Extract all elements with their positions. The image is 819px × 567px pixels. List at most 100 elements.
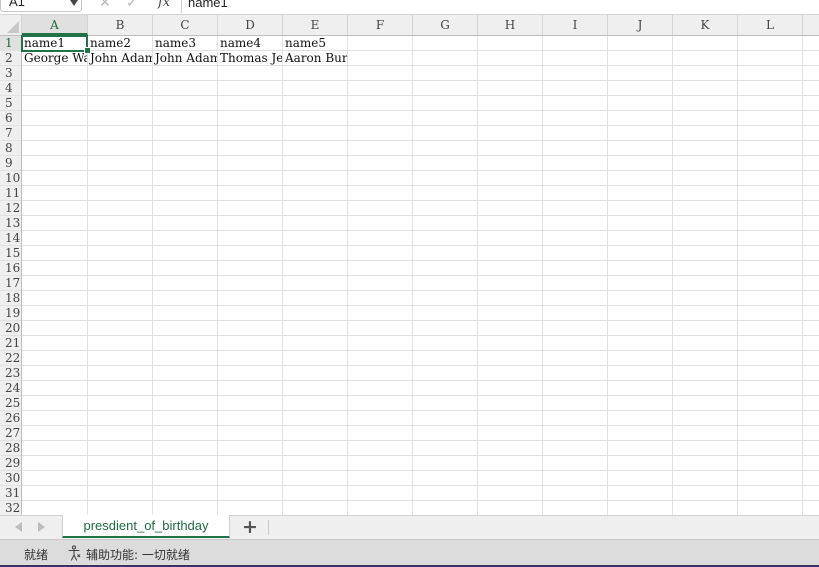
row-header-29[interactable]: 29 bbox=[0, 456, 21, 471]
row-gridline bbox=[22, 500, 819, 501]
row-header-14[interactable]: 14 bbox=[0, 231, 21, 246]
row-gridline bbox=[22, 110, 819, 111]
row-gridline bbox=[22, 395, 819, 396]
column-header-b[interactable]: B bbox=[88, 15, 153, 35]
name-box[interactable]: A1 bbox=[0, 0, 82, 12]
column-header-d[interactable]: D bbox=[218, 15, 283, 35]
worksheet-grid: ABCDEFGHIJKL 1 2 3 4 5 6 7 8 9 10 11 12 13 14 15 16 17 18… bbox=[0, 15, 819, 515]
name-box-dropdown-icon[interactable] bbox=[70, 0, 78, 6]
row-gridline bbox=[22, 305, 819, 306]
row-header-4[interactable]: 4 bbox=[0, 81, 21, 96]
spreadsheet-app: A1 ✕ ✓ fx name1 ABCDEFGHIJKL 1 2 3 4 5 6 7 8 9 10… bbox=[0, 0, 819, 567]
row-header-31[interactable]: 31 bbox=[0, 486, 21, 501]
row-header-19[interactable]: 19 bbox=[0, 306, 21, 321]
row-header-3[interactable]: 3 bbox=[0, 66, 21, 81]
next-sheet-icon[interactable] bbox=[38, 522, 45, 532]
column-header-c[interactable]: C bbox=[153, 15, 218, 35]
row-gridline bbox=[22, 230, 819, 231]
column-header-k[interactable]: K bbox=[673, 15, 738, 35]
formula-bar: A1 ✕ ✓ fx name1 bbox=[0, 0, 819, 15]
row-header-20[interactable]: 20 bbox=[0, 321, 21, 336]
cell-c2[interactable]: John Adams bbox=[153, 51, 217, 66]
row-header-2[interactable]: 2 bbox=[0, 51, 21, 66]
row-headers: 1 2 3 4 5 6 7 8 9 10 11 12 13 14 15 16 17 18 19 20 21 22 23 24 2… bbox=[0, 36, 22, 515]
row-gridline bbox=[22, 95, 819, 96]
column-headers: ABCDEFGHIJKL bbox=[22, 15, 819, 36]
cell-b2[interactable]: John Adams bbox=[88, 51, 152, 66]
name-box-value: A1 bbox=[9, 0, 25, 9]
add-sheet-button[interactable]: + bbox=[240, 517, 260, 537]
row-gridline bbox=[22, 410, 819, 411]
status-ready-text: 就绪 bbox=[24, 548, 49, 562]
row-header-32[interactable]: 32 bbox=[0, 501, 21, 515]
row-header-17[interactable]: 17 bbox=[0, 276, 21, 291]
row-header-12[interactable]: 12 bbox=[0, 201, 21, 216]
column-header-f[interactable]: F bbox=[348, 15, 413, 35]
previous-sheet-icon[interactable] bbox=[15, 522, 22, 532]
accessibility-icon[interactable] bbox=[67, 545, 83, 561]
status-bar: 就绪 辅助功能: 一切就绪 bbox=[0, 539, 819, 567]
row-gridline bbox=[22, 275, 819, 276]
cancel-icon[interactable]: ✕ bbox=[99, 0, 111, 10]
column-header-j[interactable]: J bbox=[608, 15, 673, 35]
row-header-26[interactable]: 26 bbox=[0, 411, 21, 426]
row-header-24[interactable]: 24 bbox=[0, 381, 21, 396]
cell-a1[interactable]: name1 bbox=[21, 35, 88, 52]
row-gridline bbox=[22, 185, 819, 186]
row-gridline bbox=[22, 215, 819, 216]
sheet-tab-active[interactable]: presdient_of_birthday bbox=[62, 515, 230, 538]
row-header-6[interactable]: 6 bbox=[0, 111, 21, 126]
row-header-5[interactable]: 5 bbox=[0, 96, 21, 111]
row-gridline bbox=[22, 170, 819, 171]
formula-input[interactable]: name1 bbox=[188, 0, 228, 10]
row-header-18[interactable]: 18 bbox=[0, 291, 21, 306]
column-header-e[interactable]: E bbox=[283, 15, 348, 35]
row-gridline bbox=[22, 290, 819, 291]
row-header-13[interactable]: 13 bbox=[0, 216, 21, 231]
column-header-g[interactable]: G bbox=[413, 15, 478, 35]
row-header-10[interactable]: 10 bbox=[0, 171, 21, 186]
row-header-22[interactable]: 22 bbox=[0, 351, 21, 366]
accessibility-status-text[interactable]: 辅助功能: 一切就绪 bbox=[86, 546, 190, 563]
row-header-28[interactable]: 28 bbox=[0, 441, 21, 456]
row-header-25[interactable]: 25 bbox=[0, 396, 21, 411]
row-header-7[interactable]: 7 bbox=[0, 126, 21, 141]
row-header-15[interactable]: 15 bbox=[0, 246, 21, 261]
row-header-1[interactable]: 1 bbox=[0, 36, 21, 51]
row-header-30[interactable]: 30 bbox=[0, 471, 21, 486]
row-gridline bbox=[22, 260, 819, 261]
insert-function-icon[interactable]: fx bbox=[158, 0, 170, 10]
row-header-27[interactable]: 27 bbox=[0, 426, 21, 441]
row-gridline bbox=[22, 350, 819, 351]
column-header-l[interactable]: L bbox=[738, 15, 803, 35]
row-gridline bbox=[22, 470, 819, 471]
row-gridline bbox=[22, 140, 819, 141]
row-gridline bbox=[22, 155, 819, 156]
fill-handle[interactable] bbox=[84, 47, 91, 54]
column-header-i[interactable]: I bbox=[543, 15, 608, 35]
cell-d2[interactable]: Thomas Jefferson bbox=[218, 51, 282, 66]
row-header-21[interactable]: 21 bbox=[0, 336, 21, 351]
cell-e1[interactable]: name5 bbox=[283, 36, 347, 51]
cell-b1[interactable]: name2 bbox=[88, 36, 152, 51]
row-gridline bbox=[22, 245, 819, 246]
row-header-11[interactable]: 11 bbox=[0, 186, 21, 201]
row-gridline bbox=[22, 365, 819, 366]
row-header-9[interactable]: 9 bbox=[0, 156, 21, 171]
row-gridline bbox=[22, 485, 819, 486]
row-gridline bbox=[22, 455, 819, 456]
column-header-a[interactable]: A bbox=[22, 15, 88, 35]
cell-a2[interactable]: George Washington bbox=[22, 51, 87, 66]
select-all-corner[interactable] bbox=[0, 15, 22, 36]
column-header-h[interactable]: H bbox=[478, 15, 543, 35]
row-header-23[interactable]: 23 bbox=[0, 366, 21, 381]
cell-c1[interactable]: name3 bbox=[153, 36, 217, 51]
row-header-8[interactable]: 8 bbox=[0, 141, 21, 156]
sheet-tab-bar: presdient_of_birthday + bbox=[0, 515, 819, 539]
confirm-icon[interactable]: ✓ bbox=[126, 0, 138, 10]
row-gridline bbox=[22, 200, 819, 201]
cell-d1[interactable]: name4 bbox=[218, 36, 282, 51]
cell-area[interactable]: name1name2name3name4name5 George Washingt… bbox=[21, 35, 819, 515]
cell-e2[interactable]: Aaron Burr bbox=[283, 51, 347, 66]
row-header-16[interactable]: 16 bbox=[0, 261, 21, 276]
